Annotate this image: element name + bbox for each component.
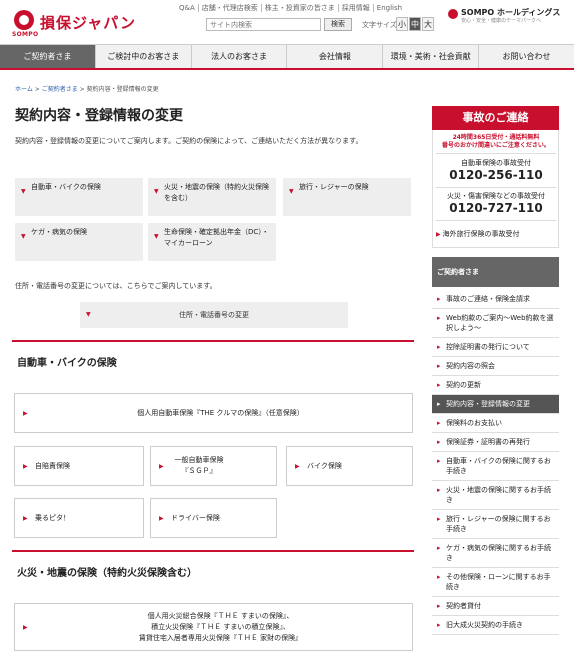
- category-travel[interactable]: ▼ 旅行・レジャーの保険: [283, 178, 411, 216]
- triangle-down-icon: ▼: [154, 188, 159, 195]
- category-fire-quake[interactable]: ▼ 火災・地震の保険（特約火災保険を含む）: [148, 178, 276, 216]
- triangle-right-icon: ▶: [23, 623, 28, 631]
- nav-contractors[interactable]: ご契約者さま: [0, 45, 96, 68]
- sompo-logo-icon[interactable]: [14, 10, 34, 30]
- side-item-loan[interactable]: 契約者貸付: [432, 597, 559, 616]
- search-input[interactable]: [206, 18, 321, 31]
- nav-contact[interactable]: お問い合わせ: [479, 45, 574, 68]
- global-nav: ご契約者さま ご検討中のお客さま 法人のお客さま 会社情報 環境・美術・社会貢献…: [0, 44, 574, 70]
- card-bike[interactable]: ▶ バイク保険: [286, 446, 413, 486]
- side-item-other-procedure[interactable]: その他保険・ローンに関するお手続き: [432, 568, 559, 597]
- side-item-inquiry[interactable]: 契約内容の照会: [432, 357, 559, 376]
- category-injury[interactable]: ▼ ケガ・病気の保険: [15, 223, 143, 261]
- category-label: 火災・地震の保険（特約火災保険を含む）: [164, 183, 269, 202]
- fire-accident-tel[interactable]: 0120-727-110: [436, 201, 556, 215]
- nav-prospective[interactable]: ご検討中のお客さま: [96, 45, 192, 68]
- card-the-sumai[interactable]: ▶ 個人用火災総合保険『ＴＨＥ すまいの保険』、 積立火災保険『ＴＨＥ すまいの…: [14, 603, 413, 651]
- triangle-right-icon: ▶: [23, 409, 28, 417]
- side-item-travel-procedure[interactable]: 旅行・レジャーの保険に関するお手続き: [432, 510, 559, 539]
- side-item-injury-procedure[interactable]: ケガ・病気の保険に関するお手続き: [432, 539, 559, 568]
- card-driver[interactable]: ▶ ドライバー保険: [150, 498, 277, 538]
- divider: [436, 153, 556, 154]
- auto-accident-label: 自動車保険の事故受付: [461, 159, 531, 167]
- side-item-change[interactable]: 契約内容・登録情報の変更: [432, 395, 559, 414]
- section-divider: [12, 340, 414, 342]
- triangle-down-icon: ▼: [21, 188, 26, 195]
- util-link-recruit[interactable]: 採用情報: [337, 4, 373, 12]
- divider: [436, 220, 556, 221]
- breadcrumb-contractors[interactable]: ご契約者さま: [42, 86, 78, 93]
- triangle-down-icon: ▼: [21, 233, 26, 240]
- section-title-auto: 自動車・バイクの保険: [17, 358, 117, 369]
- triangle-right-icon: ▶: [159, 514, 164, 522]
- category-auto-bike[interactable]: ▼ 自動車・バイクの保険: [15, 178, 143, 216]
- fire-accident-label: 火災・傷害保険などの事故受付: [447, 192, 545, 200]
- side-item-reissue[interactable]: 保険証券・証明書の再発行: [432, 433, 559, 452]
- side-menu-title[interactable]: ご契約者さま: [432, 257, 559, 287]
- address-change-label: 住所・電話番号の変更: [179, 311, 249, 319]
- logo-sub-text: SOMPO: [12, 31, 39, 38]
- breadcrumb-current: 契約内容・登録情報の変更: [86, 86, 159, 93]
- side-menu: 事故のご連絡・保険金請求 Web約款のご案内〜Web約款を選択しよう〜 控除証明…: [432, 290, 559, 635]
- accident-title: 事故のご連絡: [432, 106, 559, 130]
- category-label: 旅行・レジャーの保険: [299, 183, 369, 191]
- breadcrumb-sep: >: [34, 86, 40, 93]
- card-jibaiseki[interactable]: ▶ 自賠責保険: [14, 446, 144, 486]
- font-size-label: 文字サイズ: [362, 21, 397, 29]
- side-item-auto-procedure[interactable]: 自動車・バイクの保険に関するお手続き: [432, 452, 559, 481]
- nav-corporate[interactable]: 法人のお客さま: [192, 45, 288, 68]
- nav-csr[interactable]: 環境・美術・社会貢献: [383, 45, 480, 68]
- side-item-deduction[interactable]: 控除証明書の発行について: [432, 338, 559, 357]
- utility-links: Q&A 店舗・代理店検索 株主・投資家の皆さま 採用情報 English: [176, 3, 406, 13]
- search-button[interactable]: 検索: [324, 18, 352, 31]
- divider: [436, 187, 556, 188]
- address-change-button[interactable]: ▼ 住所・電話番号の変更: [80, 302, 348, 328]
- util-link-investors[interactable]: 株主・投資家の皆さま: [260, 4, 338, 12]
- holdings-tagline: 安心・安全・健康のテーマパークへ: [461, 18, 542, 24]
- util-link-qa[interactable]: Q&A: [176, 4, 198, 12]
- overseas-accident-link[interactable]: ▶ 海外旅行保険の事故受付: [436, 229, 520, 239]
- category-label: ケガ・病気の保険: [31, 228, 87, 236]
- brand-logo[interactable]: 損保ジャパン: [40, 12, 136, 33]
- font-size-large-button[interactable]: 大: [422, 17, 434, 31]
- card-sgp[interactable]: ▶ 一般自動車保険『ＳＧＰ』: [150, 446, 277, 486]
- triangle-right-icon: ▶: [23, 514, 28, 522]
- triangle-right-icon: ▶: [295, 462, 300, 470]
- card-the-kuruma[interactable]: ▶ 個人用自動車保険『THE クルマの保険』（任意保険）: [14, 393, 413, 433]
- category-label: 生命保険・確定拠出年金（DC）・マイカーローン: [164, 228, 269, 247]
- page-title: 契約内容・登録情報の変更: [15, 108, 183, 124]
- intro-text: 契約内容・登録情報の変更についてご案内します。ご契約の保険によって、ご連絡いただ…: [15, 137, 363, 145]
- auto-accident-tel[interactable]: 0120-256-110: [436, 168, 556, 182]
- card-line: 賃貸住宅入居者専用火災保険『ＴＨＥ 家財の保険』: [138, 633, 303, 642]
- font-size-small-button[interactable]: 小: [396, 17, 408, 31]
- section-divider: [12, 550, 414, 552]
- triangle-right-icon: ▶: [159, 462, 164, 470]
- address-note: 住所・電話番号の変更については、こちらでご案内しています。: [15, 282, 217, 290]
- side-item-renewal[interactable]: 契約の更新: [432, 376, 559, 395]
- triangle-down-icon: ▼: [86, 311, 91, 318]
- side-item-fire-procedure[interactable]: 火災・地震の保険に関するお手続き: [432, 481, 559, 510]
- side-item-accident[interactable]: 事故のご連絡・保険金請求: [432, 290, 559, 309]
- section-title-fire: 火災・地震の保険（特約火災保険含む）: [17, 568, 197, 579]
- util-link-store[interactable]: 店舗・代理店検索: [197, 4, 261, 12]
- breadcrumb-home[interactable]: ホーム: [15, 86, 33, 93]
- breadcrumb: ホーム > ご契約者さま > 契約内容・登録情報の変更: [15, 84, 159, 93]
- breadcrumb-sep: >: [79, 86, 85, 93]
- triangle-down-icon: ▼: [154, 233, 159, 240]
- nav-company[interactable]: 会社情報: [287, 45, 384, 68]
- util-link-english[interactable]: English: [372, 4, 406, 12]
- font-size-medium-button[interactable]: 中: [409, 17, 421, 31]
- card-noru-pita[interactable]: ▶ 乗るピタ！: [14, 498, 144, 538]
- side-item-taisei[interactable]: 旧大成火災契約の手続き: [432, 616, 559, 635]
- card-line: 個人用火災総合保険『ＴＨＥ すまいの保険』、: [147, 611, 294, 620]
- side-item-web-yakkan[interactable]: Web約款のご案内〜Web約款を選択しよう〜: [432, 309, 559, 338]
- category-label: 自動車・バイクの保険: [31, 183, 101, 191]
- holdings-logo-icon[interactable]: [448, 9, 458, 19]
- side-item-payment[interactable]: 保険料のお支払い: [432, 414, 559, 433]
- triangle-down-icon: ▼: [289, 188, 294, 195]
- category-life[interactable]: ▼ 生命保険・確定拠出年金（DC）・マイカーローン: [148, 223, 276, 261]
- triangle-right-icon: ▶: [23, 462, 28, 470]
- card-line: 積立火災保険『ＴＨＥ すまいの積立保険』、: [151, 622, 290, 631]
- accident-24h-note: 24時間365日受付・通話料無料 番号のおかけ間違いにご注意ください。: [442, 134, 550, 149]
